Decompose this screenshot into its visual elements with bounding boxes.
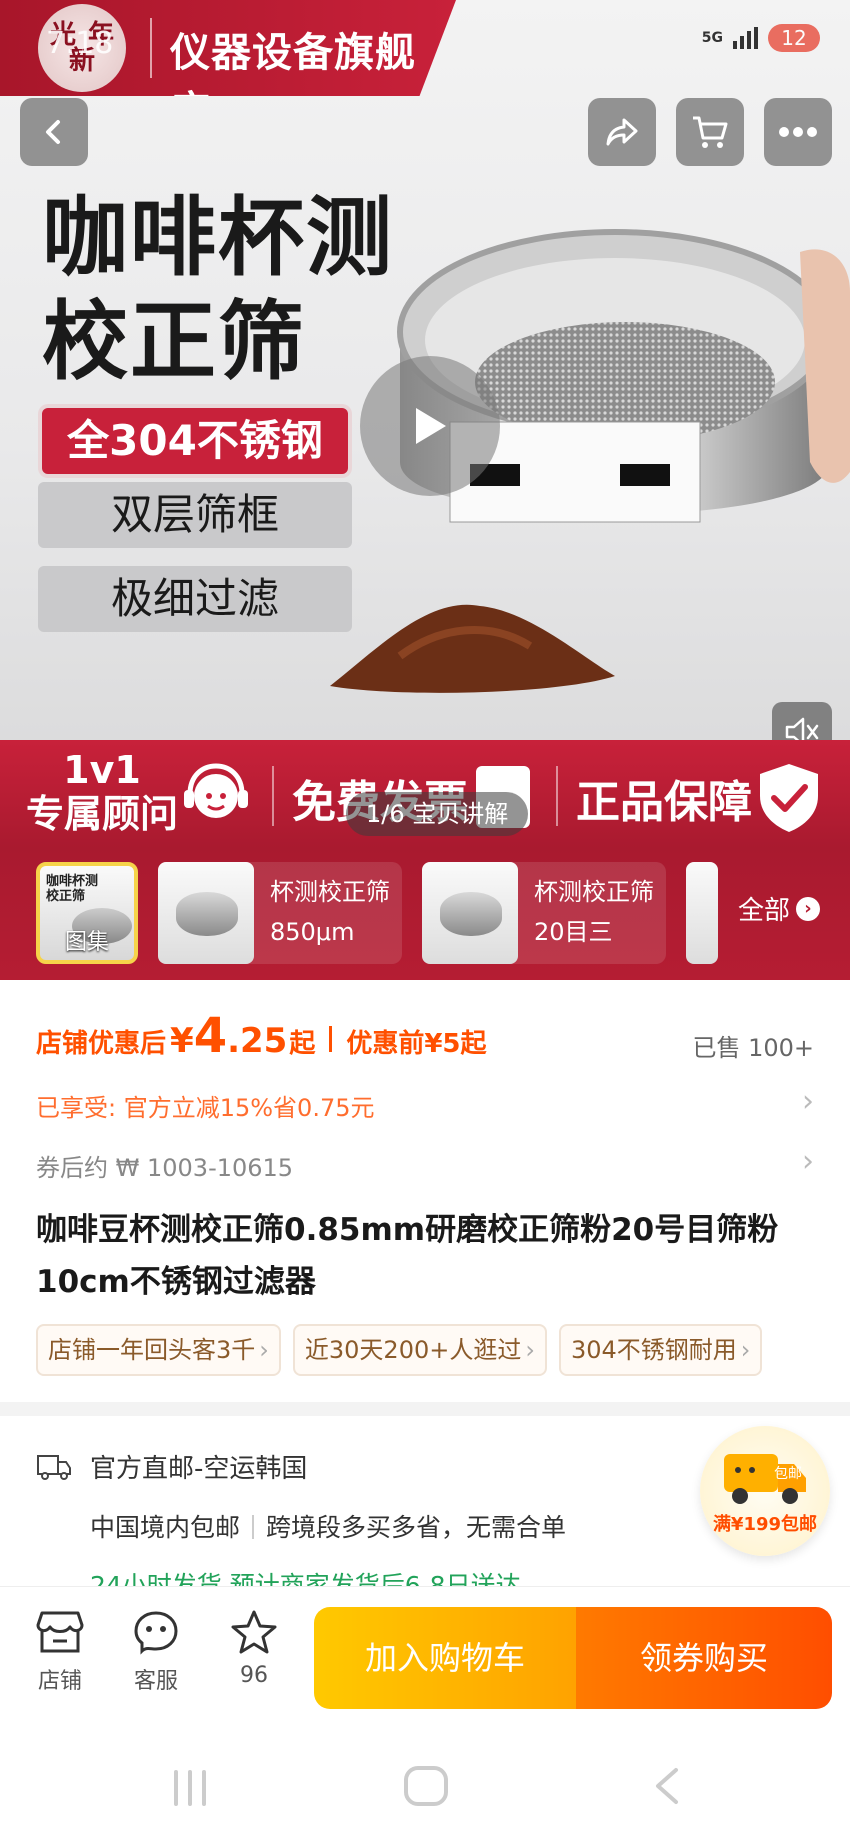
share-button[interactable] <box>588 98 656 166</box>
favorite-tab[interactable]: 96 <box>214 1609 294 1688</box>
product-title: 咖啡豆杯测校正筛0.85mm研磨校正筛粉20号目筛粉10cm不锈钢过滤器 <box>36 1212 779 1300</box>
price-currency: ¥ <box>170 1021 194 1061</box>
variant-image <box>422 862 518 964</box>
more-icon <box>779 127 817 137</box>
advisor-label: 1v1 专属顾问 <box>25 748 178 836</box>
coffee-grounds-image <box>330 604 615 693</box>
sold-count: 已售 100+ <box>692 1034 814 1062</box>
price-row: 店铺优惠后 ¥ 4 .25 起 优惠前¥5起 <box>36 1008 487 1064</box>
delivery-truck-icon <box>37 1455 71 1480</box>
feature-tag-steel: 全304不锈钢 <box>42 408 348 474</box>
chevron-right-icon[interactable]: › <box>802 1144 814 1179</box>
status-bar-icons: 5G 12 <box>702 24 820 52</box>
bottom-action-bar: 店铺 客服 96 加入购物车 领券购买 <box>0 1586 850 1720</box>
svg-text:包邮: 包邮 <box>774 1466 802 1482</box>
thumb-title: 咖啡杯测 校正筛 <box>46 874 99 904</box>
divider <box>329 1026 333 1052</box>
gallery-thumb-album[interactable]: 咖啡杯测 校正筛 图集 <box>36 862 138 964</box>
discount-row[interactable]: 已享受: 官方立减15%省0.75元 <box>36 1088 375 1123</box>
favorite-count: 96 <box>240 1663 268 1688</box>
product-hero-media[interactable]: 光年新 仪器设备旗舰店 7:18 5G 12 咖啡杯测 校正筛 全304不锈钢 … <box>0 0 850 740</box>
chevron-right-icon: › <box>525 1336 535 1364</box>
price-label-after: 店铺优惠后 <box>36 1029 167 1059</box>
star-icon <box>231 1610 277 1654</box>
shield-check-icon <box>760 764 818 832</box>
price-before: 优惠前¥5起 <box>346 1029 487 1059</box>
chat-smile-icon <box>134 1611 178 1655</box>
hero-title: 咖啡杯测 校正筛 <box>42 188 394 392</box>
cart-icon <box>693 116 728 148</box>
coupon-row[interactable]: 券后约 ₩ 1003-10615 <box>36 1148 293 1183</box>
see-all-button[interactable]: 全部 › <box>738 890 821 927</box>
divider <box>150 18 152 78</box>
share-icon <box>606 118 638 146</box>
headset-icon <box>184 763 248 818</box>
network-5g-icon: 5G <box>701 30 723 46</box>
customer-service-label: 客服 <box>133 1669 178 1694</box>
divider <box>556 766 558 826</box>
signal-icon <box>733 27 758 49</box>
shipping-details: 中国境内包邮 跨境段多买多省，无需合单 <box>90 1513 567 1542</box>
play-video-button[interactable] <box>360 356 500 496</box>
free-shipping-badge[interactable]: 包邮 满¥199包邮 <box>700 1426 830 1556</box>
store-icon <box>36 1611 84 1653</box>
back-nav-icon[interactable] <box>652 1766 682 1806</box>
chevron-right-icon: › <box>740 1336 751 1364</box>
gallery-variant-item[interactable]: 杯测校正筛850μm <box>158 862 402 964</box>
customer-service-tab[interactable]: 客服 <box>116 1609 196 1695</box>
cart-button[interactable] <box>676 98 744 166</box>
price-fraction: .25 <box>227 1021 288 1061</box>
truck-icon: 包邮 <box>724 1454 806 1504</box>
genuine-guarantee-label: 正品保障 <box>576 777 752 828</box>
media-pager[interactable]: 1/6 宝贝讲解 <box>346 792 529 836</box>
shipping-method: 官方直邮-空运韩国 <box>90 1454 308 1484</box>
chevron-left-icon <box>46 120 60 144</box>
price-suffix: 起 <box>289 1029 316 1059</box>
section-divider <box>0 1402 850 1416</box>
gallery-row: 咖啡杯测 校正筛 图集 杯测校正筛850μm 杯测校正筛20目三 全部 › <box>0 848 850 980</box>
chevron-right-icon[interactable]: › <box>802 1084 814 1119</box>
battery-icon: 12 <box>768 24 820 52</box>
highlight-chip[interactable]: 304不锈钢耐用 › <box>558 1324 763 1376</box>
add-to-cart-button[interactable]: 加入购物车 <box>314 1607 576 1709</box>
back-button[interactable] <box>20 98 88 166</box>
home-icon[interactable] <box>404 1766 448 1806</box>
thumb-label: 图集 <box>64 930 109 955</box>
highlight-chip[interactable]: 店铺一年回头客3千 › <box>36 1324 281 1376</box>
coupon-buy-button[interactable]: 领券购买 <box>576 1607 832 1709</box>
feature-tag-fine-filter: 极细过滤 <box>38 566 352 632</box>
play-icon <box>416 408 446 444</box>
divider <box>272 766 274 826</box>
chevron-right-icon: › <box>259 1336 269 1364</box>
feature-tag-double-frame: 双层筛框 <box>38 482 352 548</box>
variant-label: 杯测校正筛20目三 <box>534 878 654 946</box>
variant-image <box>158 862 254 964</box>
status-time: 7:18 <box>46 26 114 61</box>
chevron-right-icon: › <box>796 896 821 921</box>
more-button[interactable] <box>764 98 832 166</box>
free-shipping-label: 满¥199包邮 <box>712 1514 818 1535</box>
highlight-chips: 店铺一年回头客3千 › 近30天200+人逛过 › 304不锈钢耐用 › <box>36 1324 763 1376</box>
system-navigation-bar <box>0 1720 850 1842</box>
recent-apps-icon[interactable] <box>170 1770 210 1806</box>
gallery-variant-item[interactable]: 杯测校正筛20目三 <box>422 862 666 964</box>
variant-label: 杯测校正筛850μm <box>270 878 390 946</box>
store-tab[interactable]: 店铺 <box>20 1609 100 1695</box>
gallery-variant-item[interactable] <box>686 862 718 964</box>
price-integer: 4 <box>193 1008 228 1064</box>
store-name[interactable]: 仪器设备旗舰店 <box>170 20 456 96</box>
see-all-label: 全部 <box>738 896 791 926</box>
store-tab-label: 店铺 <box>37 1669 82 1694</box>
highlight-chip[interactable]: 近30天200+人逛过 › <box>292 1324 547 1376</box>
